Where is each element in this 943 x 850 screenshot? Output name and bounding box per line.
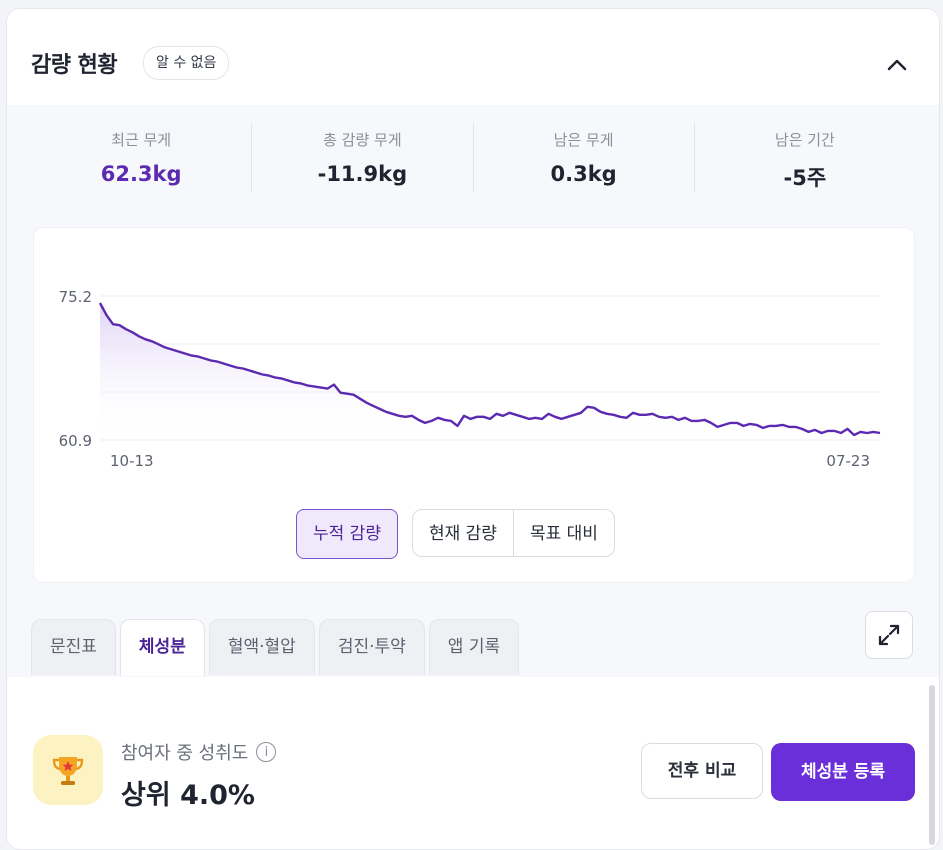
register-body-composition-button[interactable]: 체성분 등록: [771, 743, 915, 801]
stat-label: 최근 무게: [111, 131, 172, 149]
stat-remaining-weight: 남은 무게 0.3kg: [474, 123, 695, 193]
expand-icon: [878, 624, 900, 646]
weight-chart: 75.2 60.9 10-13 07-23: [59, 288, 881, 470]
stat-remaining-period: 남은 기간 -5주: [695, 123, 915, 193]
x-tick-label: 07-23: [826, 452, 870, 470]
stat-value: 0.3kg: [550, 162, 617, 186]
info-icon[interactable]: i: [256, 742, 277, 762]
status-badge: 알 수 없음: [143, 46, 230, 80]
stat-label: 남은 기간: [774, 131, 835, 149]
tab-body-composition[interactable]: 체성분: [119, 619, 205, 676]
tab-blood-pressure[interactable]: 혈액·혈압: [208, 619, 315, 675]
body-composition-panel: 참여자 중 성취도 i 상위 4.0% 전후 비교 체성분 등록: [7, 677, 939, 847]
card-header: 감량 현황 알 수 없음: [7, 9, 939, 105]
tab-app-records[interactable]: 앱 기록: [428, 619, 520, 675]
stat-value: -11.9kg: [317, 162, 408, 186]
chevron-up-icon: [887, 59, 907, 71]
stat-value: 62.3kg: [100, 162, 182, 186]
toggle-vs-goal[interactable]: 목표 대비: [513, 509, 615, 557]
stat-label: 총 감량 무게: [323, 131, 402, 149]
achievement-value: 상위 4.0%: [121, 780, 255, 811]
y-tick-label: 60.9: [59, 432, 92, 450]
stat-label: 남은 무게: [553, 131, 614, 149]
tab-checkup-medication[interactable]: 검진·투약: [318, 619, 425, 675]
achievement-label-row: 참여자 중 성취도 i: [121, 739, 277, 765]
stats-row: 최근 무게 62.3kg 총 감량 무게 -11.9kg 남은 무게 0.3kg…: [31, 123, 915, 193]
expand-button[interactable]: [865, 611, 913, 659]
card-title: 감량 현황: [31, 53, 118, 78]
x-tick-label: 10-13: [110, 452, 154, 470]
achievement-label: 참여자 중 성취도: [121, 743, 249, 764]
weight-chart-panel: 75.2 60.9 10-13 07-23 누적 감량 현재 감량 목표 대비: [33, 227, 915, 583]
tab-questionnaire[interactable]: 문진표: [31, 619, 116, 675]
stat-total-loss: 총 감량 무게 -11.9kg: [252, 123, 474, 193]
compare-button[interactable]: 전후 비교: [641, 743, 763, 799]
chart-toggle-group: 누적 감량 현재 감량 목표 대비: [296, 509, 615, 559]
toggle-cumulative-loss[interactable]: 누적 감량: [296, 509, 398, 559]
trophy-icon: [33, 735, 103, 805]
weight-loss-card: 감량 현황 알 수 없음 최근 무게 62.3kg 총 감량 무게 -11.9k…: [6, 8, 940, 850]
tab-bar: 문진표 체성분 혈액·혈압 검진·투약 앱 기록: [7, 595, 939, 678]
collapse-button[interactable]: [883, 51, 911, 79]
toggle-current-loss[interactable]: 현재 감량: [411, 509, 514, 557]
stat-recent-weight: 최근 무게 62.3kg: [31, 123, 253, 193]
scrollbar[interactable]: [929, 685, 935, 845]
y-tick-label: 75.2: [59, 288, 92, 306]
summary-section: 최근 무게 62.3kg 총 감량 무게 -11.9kg 남은 무게 0.3kg…: [7, 105, 939, 595]
stat-value: -5주: [783, 166, 827, 190]
